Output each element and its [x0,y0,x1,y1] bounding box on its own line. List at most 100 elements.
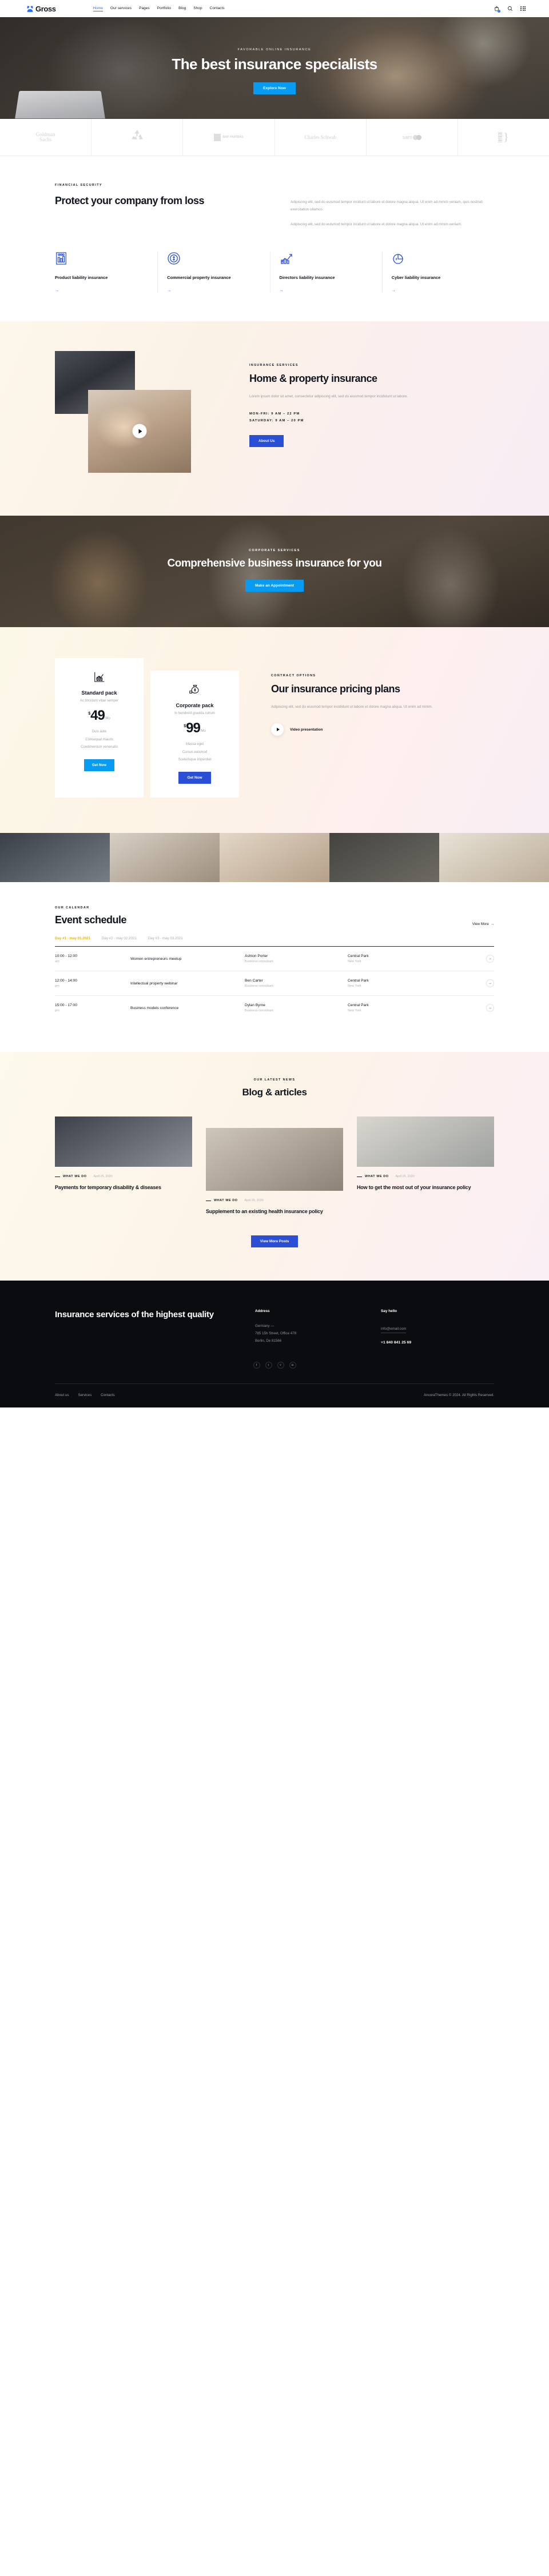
event-host-role: Business consultant [245,984,273,988]
footer-address-line-3: Berlin, De 81566 [255,1339,282,1343]
corporate-banner: CORPORATE SERVICES Comprehensive busines… [0,515,549,627]
get-now-button-corporate[interactable]: Get Now [178,771,212,784]
footer-nav-about-us[interactable]: About us [55,1393,69,1397]
make-appointment-button[interactable]: Make an Appointment [245,579,304,592]
protect-eyebrow: FINANCIAL SECURITY [55,184,102,187]
linkedin-icon[interactable]: in [289,1362,296,1369]
event-host: Ashton Porter [245,954,268,959]
client-logo-brace[interactable]: } [458,119,549,156]
event-details-arrow-icon[interactable]: → [486,1004,494,1012]
client-logo-bnp-paribas[interactable]: BNP PARIBAS [183,118,275,156]
blog-card-1[interactable]: WHAT WE DO · April 25, 2020 Payments for… [55,1116,192,1191]
video-play-button[interactable] [132,424,147,438]
event-time: 12:00 - 14:00 [55,979,77,983]
table-row[interactable]: 15:00 - 17:00 pm Business models confere… [55,996,494,1020]
primary-nav: Home Our services Pages Portfolio Blog S… [93,6,225,11]
nav-item-shop[interactable]: Shop [193,6,202,11]
blog-card-2[interactable]: WHAT WE DO · April 25, 2020 Supplement t… [206,1128,343,1215]
event-details-arrow-icon[interactable]: → [486,979,494,988]
blog-section: OUR LATEST NEWS Blog & articles WHAT WE … [0,1052,549,1281]
blog-post-title[interactable]: How to get the most out of your insuranc… [357,1184,494,1191]
hours-saturday: SATURDAY: 9 AM – 20 PM [249,419,304,423]
event-details-arrow-icon[interactable]: → [486,955,494,963]
service-card-directors-liability[interactable]: Directors liability insurance → [280,251,383,293]
blog-date: April 25, 2020 [93,1175,113,1179]
price-amount: 99 [186,720,201,736]
pricing-text: Adipiscing elit, sed do eiusmod tempor i… [271,705,433,709]
service-arrow-icon[interactable]: → [167,289,261,293]
pricing-card-price: $ 49 /Mo [63,707,136,723]
corporate-eyebrow: CORPORATE SERVICES [249,548,300,552]
service-arrow-icon[interactable]: → [280,289,374,293]
client-logo-goldman-sachs[interactable]: Goldman Sachs [0,118,92,156]
protect-section: FINANCIAL SECURITY Protect your company … [0,156,549,321]
client-logo-charles-schwab[interactable]: Charles Schwab [275,118,367,156]
cart-icon[interactable]: 0 [494,6,500,13]
day-tab-1[interactable]: Day #1 - may 01.2021 [55,936,90,940]
pricing-card-title: Corporate pack [176,702,214,708]
view-more-posts-button[interactable]: View More Posts [250,1235,299,1248]
twitter-icon[interactable]: t [265,1362,272,1369]
nav-item-our-services[interactable]: Our services [110,6,132,11]
nav-item-blog[interactable]: Blog [178,6,186,11]
service-card-cyber-liability[interactable]: Cyber liability insurance → [392,252,494,293]
client-logo-recycle[interactable] [92,118,184,156]
client-logo-sam[interactable]: sam [367,118,458,156]
day-tab-3[interactable]: Day #3 - may 03.2021 [148,936,183,940]
apps-grid-icon[interactable] [520,6,526,12]
feature-item: Duis aute [92,730,107,734]
site-header: Gross Home Our services Pages Portfolio … [0,0,549,17]
bnp-label: BNP PARIBAS [222,135,244,139]
facebook-icon[interactable]: f [253,1362,260,1369]
footer-address-line-1: Germany — [255,1324,274,1329]
table-row[interactable]: 10:00 - 12:00 am Women entrepreneurs mee… [55,947,494,972]
get-now-button-standard[interactable]: Get Now [83,759,115,771]
nav-item-home[interactable]: Home [93,6,104,11]
nav-item-portfolio[interactable]: Portfolio [157,6,171,11]
footer-nav-contacts[interactable]: Contacts [101,1393,114,1397]
footer-nav-services[interactable]: Services [78,1393,92,1397]
blog-card-3[interactable]: WHAT WE DO · April 25, 2020 How to get t… [357,1116,494,1191]
footer-address-line-2: 785 15h Street, Office 478 [255,1331,297,1336]
events-title: Event schedule [55,914,127,926]
blog-category[interactable]: WHAT WE DO [365,1175,389,1178]
nav-item-pages[interactable]: Pages [139,6,150,11]
event-place: Central Park [348,1003,369,1008]
service-arrow-icon[interactable]: → [392,289,486,293]
blog-category[interactable]: WHAT WE DO [63,1175,87,1178]
meeting-photo [88,389,191,473]
pricing-card-standard: Standard pack Ac tincidunt vitae semper … [55,657,144,797]
view-more-events-link[interactable]: View More → [472,922,494,926]
event-name: Women entrepreneurs meetup [130,956,182,961]
nav-item-contacts[interactable]: Contacts [210,6,225,11]
footer-phone[interactable]: +1 840 841 25 69 [381,1341,478,1345]
table-row[interactable]: 12:00 - 14:00 pm Intellectual property w… [55,971,494,996]
brace-bars-icon [498,131,503,143]
day-tab-2[interactable]: Day #2 - may 02.2021 [102,936,137,940]
price-amount: 49 [90,707,105,723]
pricing-card-subtitle: In hendrerit gravida rutrum [174,711,215,715]
video-presentation-row[interactable]: Video presentation [271,723,460,736]
arrow-right-icon: → [490,922,494,927]
service-card-product-liability[interactable]: Product liability insurance → [55,251,158,293]
blog-post-title[interactable]: Payments for temporary disability & dise… [55,1184,192,1191]
footer-title: Insurance services of the highest qualit… [55,1310,214,1320]
footer-email-link[interactable]: info@email.com [381,1327,407,1334]
about-us-button[interactable]: About Us [249,434,284,447]
explore-now-button[interactable]: Explore Now [253,82,296,95]
hero-title: The best insurance specialists [172,55,377,73]
brand-logo[interactable]: Gross [26,5,56,13]
blog-category[interactable]: WHAT WE DO [214,1199,238,1202]
vimeo-icon[interactable]: v [277,1362,284,1369]
pie-chart-dollar-icon [392,252,486,265]
recycle-icon [130,129,145,146]
video-play-button[interactable] [271,723,284,736]
service-card-commercial-property[interactable]: Commercial property insurance → [167,251,270,293]
footer-contact-heading: Say hello [381,1309,397,1314]
footer-nav: About us Services Contacts [55,1393,115,1397]
event-meridiem: am [55,960,59,964]
event-host: Dylan Byrne [245,1003,265,1008]
blog-post-title[interactable]: Supplement to an existing health insuran… [206,1208,343,1215]
search-icon[interactable] [507,6,513,12]
service-arrow-icon[interactable]: → [55,289,149,293]
